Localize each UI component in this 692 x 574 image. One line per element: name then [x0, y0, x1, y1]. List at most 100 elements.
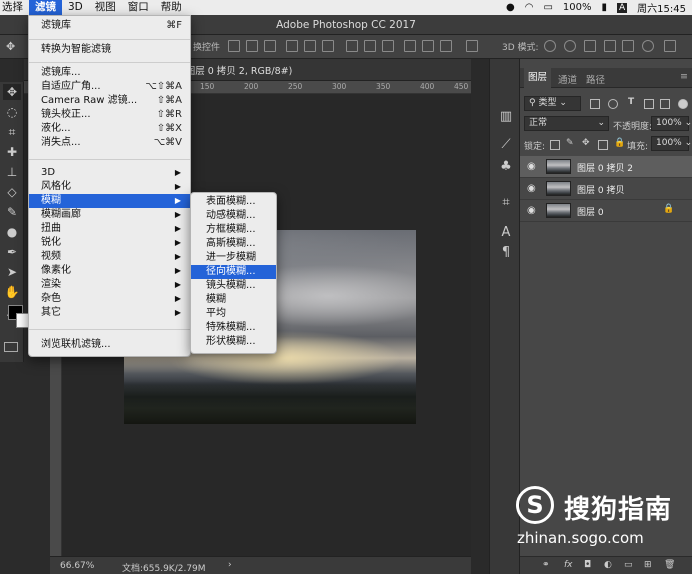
dodge-tool-icon[interactable]: ●	[3, 224, 21, 240]
layer-row[interactable]: ◉ 图层 0 拷贝 2	[520, 156, 692, 178]
menu-select[interactable]: 选择	[0, 0, 29, 15]
delete-layer-icon[interactable]: 🗑	[664, 560, 675, 570]
crop-panel-icon[interactable]: ⌗	[498, 195, 514, 211]
lasso-tool-icon[interactable]: ◌	[3, 104, 21, 120]
menu-help[interactable]: 帮助	[155, 0, 188, 15]
fill-field[interactable]: 100% ⌄	[651, 136, 692, 151]
layer-row[interactable]: ◉ 图层 0 🔒	[520, 200, 692, 222]
distribute-left-icon[interactable]	[404, 40, 416, 52]
tab-layers[interactable]: 图层	[524, 68, 552, 89]
align-hcenter-icon[interactable]	[304, 40, 316, 52]
layer-row[interactable]: ◉ 图层 0 拷贝	[520, 178, 692, 200]
layer-name[interactable]: 图层 0	[577, 205, 604, 218]
clock[interactable]: 周六15:45	[637, 0, 686, 15]
battery-icon[interactable]: ▮	[601, 2, 607, 13]
menu-item-box-blur[interactable]: 方框模糊...	[191, 223, 276, 237]
menu-item-stylize[interactable]: 风格化 ▶	[29, 180, 190, 194]
panel-menu-icon[interactable]: ≡	[680, 71, 688, 82]
filter-pixel-icon[interactable]	[590, 99, 600, 109]
menu-item-3d[interactable]: 3D ▶	[29, 166, 190, 180]
menu-item-render[interactable]: 渲染 ▶	[29, 278, 190, 292]
align-top-icon[interactable]	[228, 40, 240, 52]
menu-item-convert-smart-filter[interactable]: 转换为智能滤镜	[29, 43, 190, 57]
align-vcenter-icon[interactable]	[246, 40, 258, 52]
menu-item-smart-blur[interactable]: 特殊模糊...	[191, 321, 276, 335]
lock-transparent-icon[interactable]	[550, 140, 560, 150]
add-mask-icon[interactable]: ◘	[584, 560, 591, 570]
zoom-level[interactable]: 66.67%	[60, 561, 94, 571]
layer-thumbnail[interactable]	[546, 159, 571, 174]
align-bottom-icon[interactable]	[264, 40, 276, 52]
menu-item-surface-blur[interactable]: 表面模糊...	[191, 195, 276, 209]
adjustment-layer-icon[interactable]: ◐	[604, 560, 612, 570]
menu-item-average[interactable]: 平均	[191, 307, 276, 321]
menu-item-distort[interactable]: 扭曲 ▶	[29, 222, 190, 236]
lock-artboard-icon[interactable]	[598, 140, 608, 150]
hand-tool-icon[interactable]: ✋	[3, 284, 21, 300]
lock-image-icon[interactable]: ✎	[566, 138, 574, 148]
tab-channels[interactable]: 通道	[558, 72, 577, 86]
3d-scale-icon[interactable]	[622, 40, 634, 52]
distribute-vcenter-icon[interactable]	[364, 40, 376, 52]
menu-item-liquify[interactable]: 液化... ⇧⌘X	[29, 122, 190, 136]
filter-adjustment-icon[interactable]	[608, 99, 618, 109]
menu-item-blur-more[interactable]: 进一步模糊	[191, 251, 276, 265]
selection-arrow-icon[interactable]: ➤	[3, 264, 21, 280]
move-tool-icon[interactable]: ✥	[6, 40, 15, 53]
status-menu-arrow-icon[interactable]: ›	[228, 560, 232, 570]
brush-panel-icon[interactable]: ⟋	[498, 137, 514, 153]
menu-item-lens-correction[interactable]: 镜头校正... ⇧⌘R	[29, 108, 190, 122]
menu-item-filter-gallery[interactable]: 滤镜库...	[29, 66, 190, 80]
menu-item-motion-blur[interactable]: 动感模糊...	[191, 209, 276, 223]
filter-type-icon[interactable]: T	[628, 97, 634, 107]
opacity-field[interactable]: 100% ⌄	[651, 116, 692, 131]
menu-window[interactable]: 窗口	[122, 0, 155, 15]
filter-toggle-icon[interactable]	[678, 99, 688, 109]
qq-icon[interactable]: ●	[506, 2, 515, 13]
menu-item-sharpen[interactable]: 锐化 ▶	[29, 236, 190, 250]
layer-name[interactable]: 图层 0 拷贝 2	[577, 161, 633, 174]
pen-tool-icon[interactable]: ✒	[3, 244, 21, 260]
visibility-eye-icon[interactable]: ◉	[527, 183, 536, 194]
transform-controls-label[interactable]: 换控件	[193, 40, 220, 53]
wifi-icon[interactable]: ◠	[525, 2, 534, 13]
eraser-tool-icon[interactable]: ◇	[3, 184, 21, 200]
search-icon[interactable]	[642, 40, 654, 52]
input-method-indicator[interactable]: A	[617, 2, 628, 13]
align-right-icon[interactable]	[322, 40, 334, 52]
layer-thumbnail[interactable]	[546, 181, 571, 196]
filter-smart-object-icon[interactable]	[660, 99, 670, 109]
distribute-bottom-icon[interactable]	[382, 40, 394, 52]
menu-item-noise[interactable]: 杂色 ▶	[29, 292, 190, 306]
lock-all-icon[interactable]: 🔒	[614, 138, 625, 148]
menu-item-gaussian-blur[interactable]: 高斯模糊...	[191, 237, 276, 251]
menu-item-adaptive-wide-angle[interactable]: 自适应广角... ⌥⇧⌘A	[29, 80, 190, 94]
menu-item-shape-blur[interactable]: 形状模糊...	[191, 335, 276, 349]
menu-filter[interactable]: 滤镜	[29, 0, 62, 15]
3d-rotate-icon[interactable]	[544, 40, 556, 52]
menu-item-pixelate[interactable]: 像素化 ▶	[29, 264, 190, 278]
menu-view[interactable]: 视图	[89, 0, 122, 15]
align-left-icon[interactable]	[286, 40, 298, 52]
new-layer-icon[interactable]: ⊞	[644, 560, 652, 570]
auto-align-icon[interactable]	[466, 40, 478, 52]
menu-item-vanishing-point[interactable]: 消失点... ⌥⌘V	[29, 136, 190, 150]
character-icon[interactable]: A	[498, 225, 514, 241]
menu-item-lens-blur[interactable]: 镜头模糊...	[191, 279, 276, 293]
layer-style-button[interactable]: fx	[564, 560, 573, 570]
paragraph-icon[interactable]: ¶	[498, 245, 514, 261]
quick-mask-icon[interactable]	[4, 342, 18, 352]
new-group-icon[interactable]: ▭	[624, 560, 633, 570]
menu-item-browse-online[interactable]: 浏览联机滤镜...	[29, 338, 190, 352]
distribute-hcenter-icon[interactable]	[422, 40, 434, 52]
menu-item-blur[interactable]: 模糊 ▶	[29, 194, 190, 208]
menu-item-blur[interactable]: 模糊	[191, 293, 276, 307]
menu-item-video[interactable]: 视频 ▶	[29, 250, 190, 264]
history-icon[interactable]: ▥	[498, 109, 514, 125]
crop-tool-icon[interactable]: ⌗	[3, 124, 21, 140]
menu-item-blur-gallery[interactable]: 模糊画廊 ▶	[29, 208, 190, 222]
menu-item-last-filter[interactable]: 滤镜库 ⌘F	[29, 19, 190, 33]
3d-roll-icon[interactable]	[564, 40, 576, 52]
menu-3d[interactable]: 3D	[62, 0, 89, 15]
clone-source-icon[interactable]: ♣	[498, 159, 514, 175]
